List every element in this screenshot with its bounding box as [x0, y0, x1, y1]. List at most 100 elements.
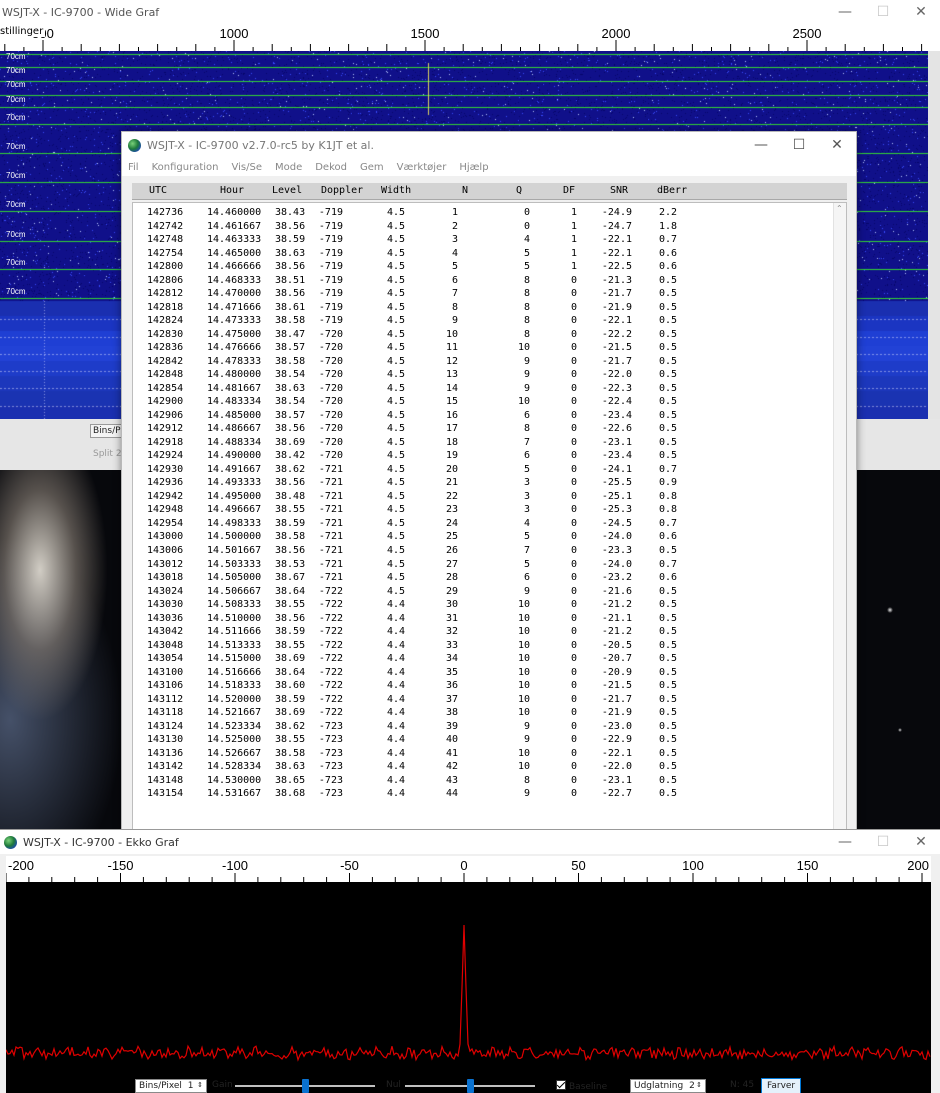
cell-snr: -20.5: [601, 639, 632, 651]
echo-graph-titlebar[interactable]: WSJT-X - IC-9700 - Ekko Graf — ☐ ✕: [0, 830, 940, 854]
baseline-checkbox[interactable]: Baseline: [556, 1080, 607, 1092]
echo-results-table[interactable]: 142736 14.460000 38.43 -719 4.5 1 0 1 -24.9 2.2 14…: [132, 202, 847, 830]
cell-snr: -21.2: [601, 599, 632, 611]
close-icon[interactable]: ✕: [902, 834, 940, 850]
column-header-q[interactable]: Q: [516, 185, 522, 196]
maximize-icon[interactable]: ☐: [864, 4, 902, 20]
echo-freq-label: 50: [571, 858, 585, 873]
cell-q: 10: [517, 342, 530, 354]
cell-q: 10: [517, 747, 530, 759]
table-row: 143054 14.515000 38.69 -722 4.4 34 10 0 -20.7 0.5: [133, 653, 833, 667]
cell-df: 1: [570, 261, 577, 273]
cell-n: 6: [451, 274, 458, 286]
menu-vis-se[interactable]: Vis/Se: [232, 162, 262, 173]
band-label: 70cm: [6, 95, 26, 104]
column-header-df[interactable]: DF: [563, 185, 575, 196]
cell-utc: 143000: [147, 531, 184, 543]
cell-df: 0: [570, 490, 577, 502]
nul-slider-thumb[interactable]: [467, 1079, 474, 1093]
maximize-icon[interactable]: ☐: [780, 137, 818, 153]
cell-doppler: -719: [318, 234, 343, 246]
cell-doppler: -722: [318, 680, 343, 692]
cell-n: 26: [445, 545, 458, 556]
wide-graph-titlebar[interactable]: WSJT-X - IC-9700 - Wide Graf — ☐ ✕: [0, 0, 940, 24]
cell-q: 5: [523, 247, 530, 259]
cell-hour: 14.478333: [207, 355, 262, 367]
cell-hour: 14.488334: [207, 436, 262, 448]
cell-dberr: 0.6: [658, 247, 677, 259]
cell-df: 0: [570, 315, 577, 327]
echo-graph-window: WSJT-X - IC-9700 - Ekko Graf — ☐ ✕ -200-…: [0, 829, 940, 1093]
table-scrollbar[interactable]: ⌃: [833, 203, 846, 829]
menu-dekod[interactable]: Dekod: [315, 162, 347, 173]
cell-width: 4.5: [386, 207, 405, 218]
split-spinbox[interactable]: Split 2: [93, 449, 122, 459]
gain-label: Gain: [212, 1080, 233, 1090]
cell-df: 1: [570, 207, 577, 218]
table-row: 142736 14.460000 38.43 -719 4.5 1 0 1 -24.9 2.2: [133, 207, 833, 221]
cell-level: 38.57: [275, 342, 306, 354]
bins-per-pixel-spinbox[interactable]: Bins/Pixel 1 ⇕: [135, 1079, 207, 1093]
cell-level: 38.67: [275, 572, 306, 584]
app-globe-icon: [128, 138, 141, 152]
maximize-icon[interactable]: ☐: [864, 834, 902, 850]
column-header-hour[interactable]: Hour: [220, 185, 244, 196]
close-icon[interactable]: ✕: [818, 137, 856, 153]
spin-arrows-icon[interactable]: ⇕: [197, 1081, 203, 1089]
cell-utc: 143054: [147, 653, 184, 665]
minimize-icon[interactable]: —: [826, 834, 864, 850]
column-header-doppler[interactable]: Doppler: [321, 185, 363, 196]
menu-gem[interactable]: Gem: [360, 162, 384, 173]
column-header-level[interactable]: Level: [272, 185, 302, 196]
menu-vaerktojer[interactable]: Værktøjer: [397, 162, 447, 173]
column-header-dberr[interactable]: dBerr: [657, 185, 687, 196]
cell-level: 38.51: [275, 274, 306, 286]
cell-dberr: 0.5: [658, 788, 677, 800]
cell-doppler: -721: [318, 504, 343, 516]
cell-df: 0: [570, 734, 577, 746]
cell-dberr: 0.5: [658, 423, 677, 435]
cell-snr: -22.1: [601, 247, 632, 259]
cell-q: 5: [523, 531, 530, 543]
column-header-n[interactable]: N: [462, 185, 468, 196]
close-icon[interactable]: ✕: [902, 4, 940, 20]
cell-q: 7: [523, 545, 530, 556]
cell-n: 3: [451, 234, 458, 246]
cell-snr: -21.5: [601, 680, 632, 692]
table-row: 142754 14.465000 38.63 -719 4.5 4 5 1 -22.1 0.6: [133, 248, 833, 262]
main-titlebar[interactable]: WSJT-X - IC-9700 v2.7.0-rc5 by K1JT et a…: [122, 132, 856, 158]
spin-arrows-icon[interactable]: ⇕: [696, 1081, 702, 1089]
cell-hour: 14.530000: [207, 774, 262, 786]
cell-utc: 142954: [147, 517, 184, 529]
column-header-width[interactable]: Width: [381, 185, 411, 196]
menu-fil[interactable]: Fil: [128, 162, 139, 173]
table-row: 142948 14.496667 38.55 -721 4.5 23 3 0 -25.3 0.8: [133, 504, 833, 518]
cell-df: 0: [570, 369, 577, 381]
baseline-check-icon[interactable]: [556, 1080, 566, 1090]
cell-df: 0: [570, 382, 577, 394]
cell-hour: 14.525000: [207, 734, 262, 746]
column-header-snr[interactable]: SNR: [610, 185, 628, 196]
menu-hjaelp[interactable]: Hjælp: [459, 162, 488, 173]
cell-hour: 14.495000: [207, 490, 262, 502]
cell-level: 38.59: [275, 626, 306, 638]
menu-mode[interactable]: Mode: [275, 162, 302, 173]
cell-utc: 142812: [147, 288, 184, 300]
cell-q: 9: [523, 788, 530, 800]
cell-utc: 142754: [147, 247, 184, 259]
colors-button[interactable]: Farver: [761, 1078, 802, 1093]
minimize-icon[interactable]: —: [826, 4, 864, 20]
minimize-icon[interactable]: —: [742, 137, 780, 153]
cell-snr: -22.7: [601, 788, 632, 800]
band-label: 70cm: [6, 287, 26, 296]
cell-df: 0: [570, 477, 577, 489]
scroll-up-icon[interactable]: ⌃: [836, 204, 843, 213]
table-row: 143130 14.525000 38.55 -723 4.4 40 9 0 -22.9 0.5: [133, 734, 833, 748]
cell-doppler: -721: [318, 545, 343, 556]
smoothing-spinbox[interactable]: Udglatning 2 ⇕: [630, 1079, 706, 1093]
column-header-utc[interactable]: UTC: [149, 185, 167, 196]
menu-konfiguration[interactable]: Konfiguration: [152, 162, 219, 173]
cell-snr: -21.5: [601, 342, 632, 354]
gain-slider-thumb[interactable]: [302, 1079, 309, 1093]
cell-snr: -22.5: [601, 261, 632, 273]
